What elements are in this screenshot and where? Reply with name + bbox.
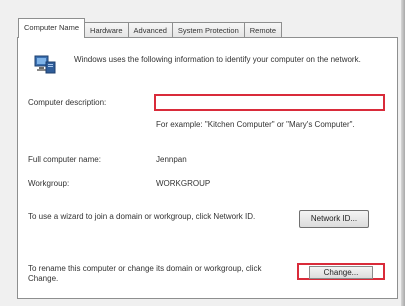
full-computer-name-value: Jennpan — [156, 155, 187, 164]
workgroup-label: Workgroup: — [28, 179, 70, 188]
window-edge — [401, 0, 405, 306]
rename-instructions: To rename this computer or change its do… — [28, 264, 262, 283]
computer-icon — [34, 54, 56, 74]
workgroup-value: WORKGROUP — [156, 179, 211, 188]
intro-text: Windows uses the following information t… — [74, 55, 361, 64]
tab-advanced[interactable]: Advanced — [127, 22, 173, 38]
tab-computer-name[interactable]: Computer Name — [18, 18, 86, 38]
system-properties-window: Computer Name Hardware Advanced System P… — [0, 0, 405, 306]
computer-description-input[interactable] — [154, 94, 385, 111]
tab-hardware[interactable]: Hardware — [84, 22, 129, 38]
full-computer-name-label: Full computer name: — [28, 155, 101, 164]
tab-strip: Computer Name Hardware Advanced System P… — [18, 18, 283, 38]
network-id-instructions: To use a wizard to join a domain or work… — [28, 212, 256, 221]
change-button-label: Change... — [309, 266, 373, 279]
change-button[interactable]: Change... — [297, 263, 385, 280]
description-example-text: For example: "Kitchen Computer" or "Mary… — [156, 120, 355, 129]
network-id-button[interactable]: Network ID... — [299, 210, 369, 228]
tab-system-protection[interactable]: System Protection — [171, 22, 245, 38]
tab-remote[interactable]: Remote — [243, 22, 283, 38]
computer-name-panel: Windows uses the following information t… — [17, 37, 398, 299]
computer-description-label: Computer description: — [28, 98, 107, 107]
